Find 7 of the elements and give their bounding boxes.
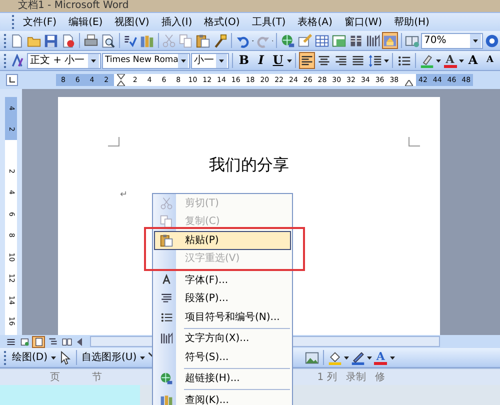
status-page: 页 bbox=[49, 370, 61, 384]
document-heading: 我们的分享 bbox=[209, 155, 289, 175]
status-section: 节 bbox=[82, 370, 112, 384]
status-revision: 修 bbox=[374, 370, 386, 384]
status-column: 1 列 bbox=[312, 370, 342, 384]
status-record: 录制 bbox=[345, 370, 367, 384]
paragraph-mark: ↵ bbox=[120, 189, 128, 202]
